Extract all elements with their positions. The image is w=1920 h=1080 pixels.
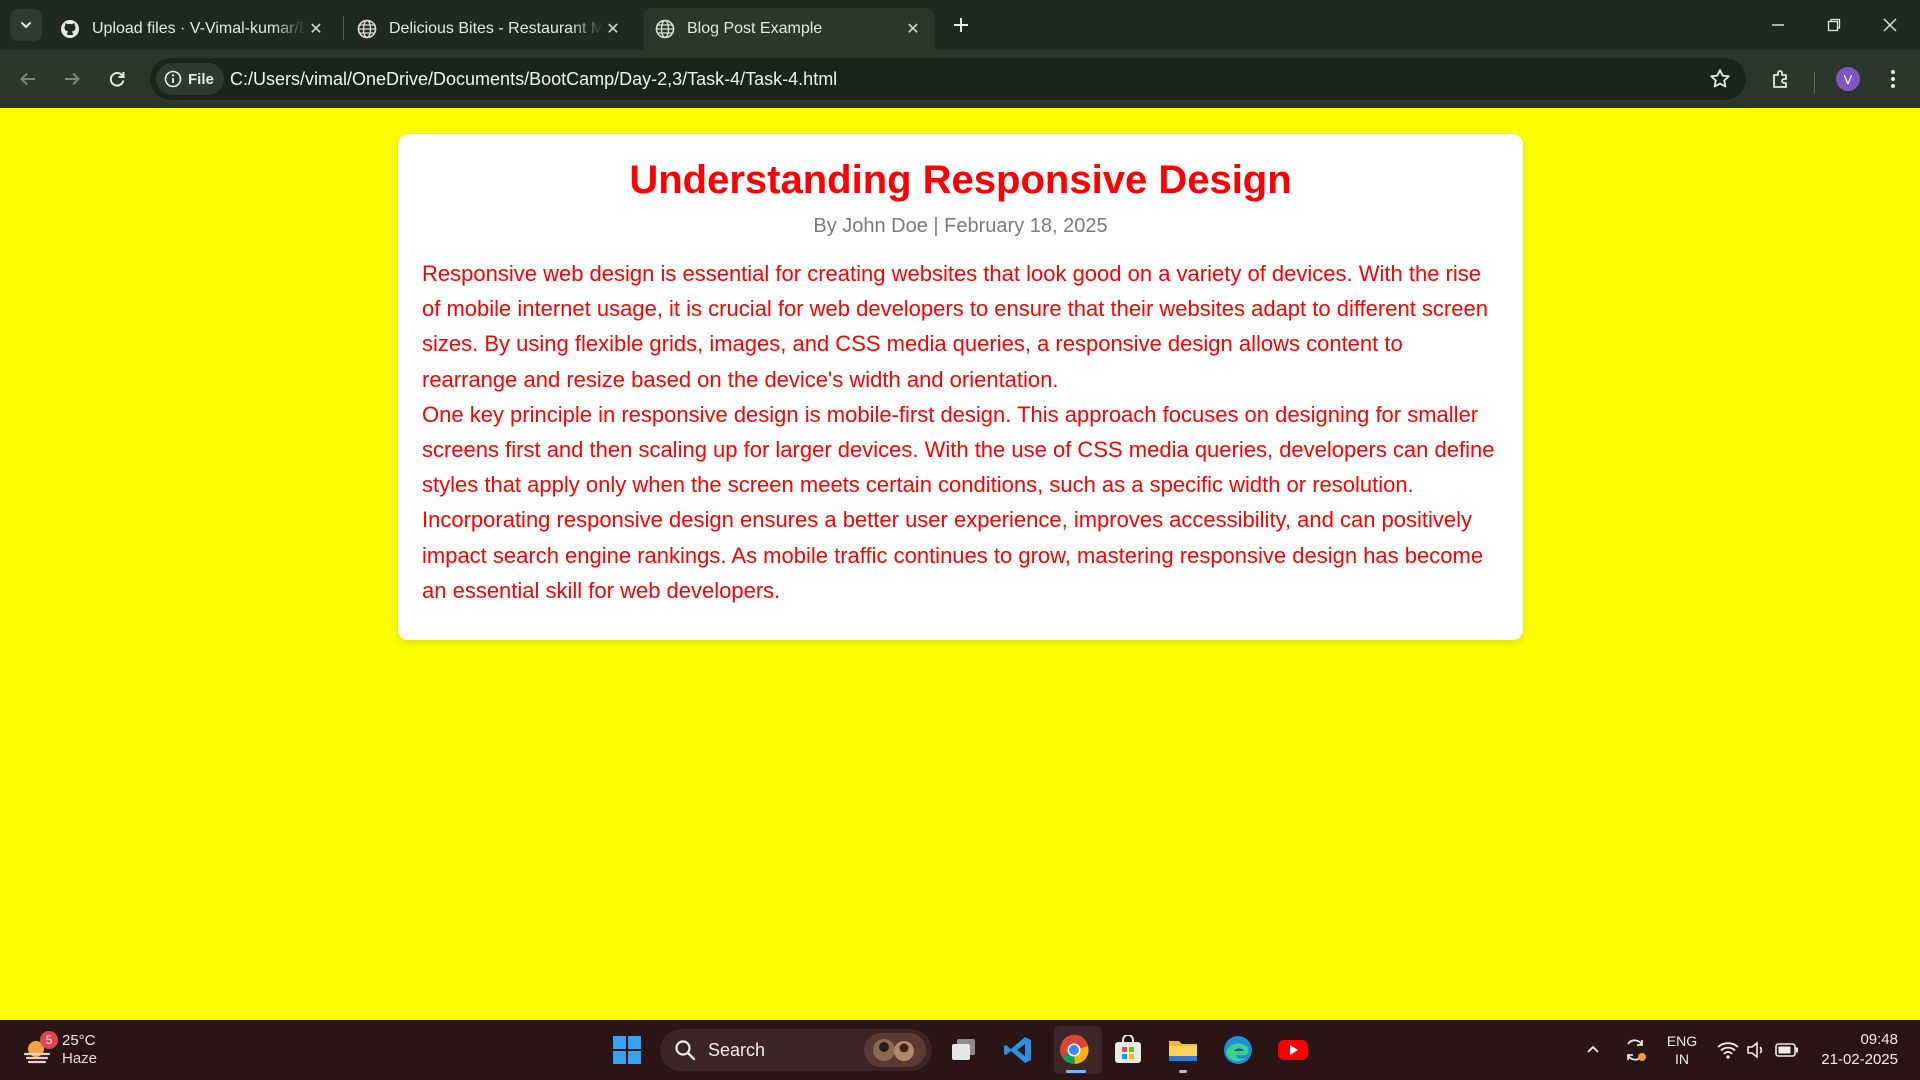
notification-badge: 5 — [40, 1031, 58, 1049]
running-indicator — [1066, 1070, 1086, 1073]
address-bar[interactable]: File C:/Users/vimal/OneDrive/Documents/B… — [150, 58, 1746, 100]
weather-condition: Haze — [62, 1050, 98, 1067]
wifi-status[interactable] — [1713, 1020, 1743, 1080]
weather-haze-icon: 5 — [22, 1031, 58, 1065]
site-info-chip[interactable]: File — [156, 63, 224, 95]
tab-title: Blog Post Example — [687, 20, 823, 37]
windows-taskbar: 5 25°C Haze Search ENG IN 09:48 21-02-20… — [0, 1020, 1920, 1080]
close-icon[interactable]: ✕ — [903, 19, 923, 39]
chevron-up-icon — [1587, 1045, 1599, 1053]
chrome-icon — [1060, 1034, 1089, 1065]
close-icon — [1883, 18, 1897, 32]
weather-temperature: 25°C — [62, 1032, 96, 1049]
task-view-icon — [952, 1039, 975, 1060]
avatar: V — [1836, 67, 1860, 91]
globe-icon — [357, 19, 377, 39]
battery-icon — [1775, 1043, 1798, 1057]
sync-icon — [1627, 1039, 1646, 1061]
new-tab-button[interactable] — [948, 12, 974, 38]
show-hidden-icons-button[interactable] — [1578, 1020, 1608, 1080]
reload-icon — [109, 71, 125, 87]
plus-icon — [954, 18, 968, 32]
minimize-icon — [1772, 24, 1784, 26]
kebab-menu-icon — [1891, 70, 1895, 88]
blog-post-card: Understanding Responsive Design By John … — [398, 134, 1523, 640]
tab-delicious-bites[interactable]: Delicious Bites - Restaurant Men ✕ — [345, 8, 635, 50]
weather-widget[interactable]: 5 25°C Haze — [22, 1030, 97, 1070]
forward-button[interactable] — [56, 63, 88, 95]
post-byline: By John Doe | February 18, 2025 — [813, 215, 1108, 237]
post-paragraph: One key principle in responsive design i… — [422, 401, 1495, 498]
search-icon — [675, 1040, 696, 1061]
chrome-button[interactable] — [1056, 1032, 1092, 1068]
minimize-button[interactable] — [1750, 0, 1806, 50]
youtube-icon — [1278, 1040, 1308, 1060]
puzzle-icon — [1773, 70, 1787, 88]
close-icon[interactable]: ✕ — [603, 19, 623, 39]
reload-button[interactable] — [101, 63, 133, 95]
globe-icon — [655, 19, 675, 39]
tab-upload-files[interactable]: Upload files · V-Vimal-kumar/Bo ✕ — [48, 8, 338, 50]
toolbar-divider — [1814, 72, 1815, 94]
restore-icon — [1827, 18, 1841, 32]
clock-date: 21-02-2025 — [1821, 1051, 1898, 1068]
taskbar-search[interactable]: Search — [660, 1029, 932, 1071]
speaker-icon — [1747, 1041, 1763, 1059]
tab-title: Delicious Bites - Restaurant Men — [389, 20, 603, 37]
browser-menu-button[interactable] — [1877, 63, 1909, 95]
arrow-left-icon — [20, 72, 35, 86]
tab-separator — [343, 16, 344, 40]
bookmark-star-icon[interactable] — [1708, 67, 1732, 91]
scheme-label: File — [188, 70, 214, 88]
info-icon — [164, 70, 182, 88]
file-explorer-icon — [1169, 1041, 1197, 1061]
post-paragraph: Responsive web design is essential for c… — [422, 261, 1488, 392]
profile-button[interactable]: V — [1832, 63, 1864, 95]
region-code: IN — [1675, 1051, 1689, 1067]
wifi-icon — [1717, 1042, 1739, 1059]
running-indicator — [1179, 1070, 1187, 1073]
tab-blog-post-example[interactable]: Blog Post Example ✕ — [643, 8, 935, 50]
post-title: Understanding Responsive Design — [629, 158, 1292, 202]
battery-status[interactable] — [1772, 1020, 1802, 1080]
youtube-button[interactable] — [1275, 1032, 1311, 1068]
tab-search-button[interactable] — [10, 9, 42, 41]
arrow-right-icon — [65, 72, 80, 86]
back-button[interactable] — [12, 63, 44, 95]
start-button[interactable] — [609, 1032, 645, 1068]
microsoft-store-button[interactable] — [1110, 1032, 1146, 1068]
system-clock[interactable]: 09:48 21-02-2025 — [1821, 1030, 1898, 1070]
vscode-button[interactable] — [1000, 1032, 1036, 1068]
language-code: ENG — [1666, 1033, 1698, 1049]
url-text[interactable]: C:/Users/vimal/OneDrive/Documents/BootCa… — [230, 58, 837, 100]
close-icon[interactable]: ✕ — [306, 19, 326, 39]
vscode-icon — [1004, 1037, 1031, 1063]
task-view-button[interactable] — [946, 1032, 982, 1068]
search-label: Search — [708, 1039, 766, 1060]
volume-status[interactable] — [1743, 1020, 1769, 1080]
browser-toolbar: File C:/Users/vimal/OneDrive/Documents/B… — [0, 50, 1920, 108]
search-highlight-image — [864, 1033, 926, 1067]
tab-strip: Upload files · V-Vimal-kumar/Bo ✕ Delici… — [0, 0, 1920, 50]
chevron-down-icon — [21, 22, 31, 29]
clock-time: 09:48 — [1860, 1031, 1898, 1048]
edge-button[interactable] — [1220, 1032, 1256, 1068]
sync-status-button[interactable] — [1618, 1020, 1652, 1080]
github-icon — [60, 19, 80, 39]
close-window-button[interactable] — [1862, 0, 1918, 50]
file-explorer-button[interactable] — [1165, 1032, 1201, 1068]
page-viewport: Understanding Responsive Design By John … — [0, 108, 1920, 1020]
post-body: Responsive web design is essential for c… — [422, 256, 1499, 608]
edge-icon — [1224, 1036, 1252, 1064]
extensions-button[interactable] — [1765, 63, 1797, 95]
restore-button[interactable] — [1806, 0, 1862, 50]
tab-title: Upload files · V-Vimal-kumar/Bo — [92, 20, 306, 37]
microsoft-store-icon — [1115, 1035, 1141, 1063]
post-paragraph: Incorporating responsive design ensures … — [422, 507, 1484, 603]
windows-start-icon — [613, 1036, 641, 1064]
input-language-indicator[interactable]: ENG IN — [1660, 1020, 1704, 1080]
